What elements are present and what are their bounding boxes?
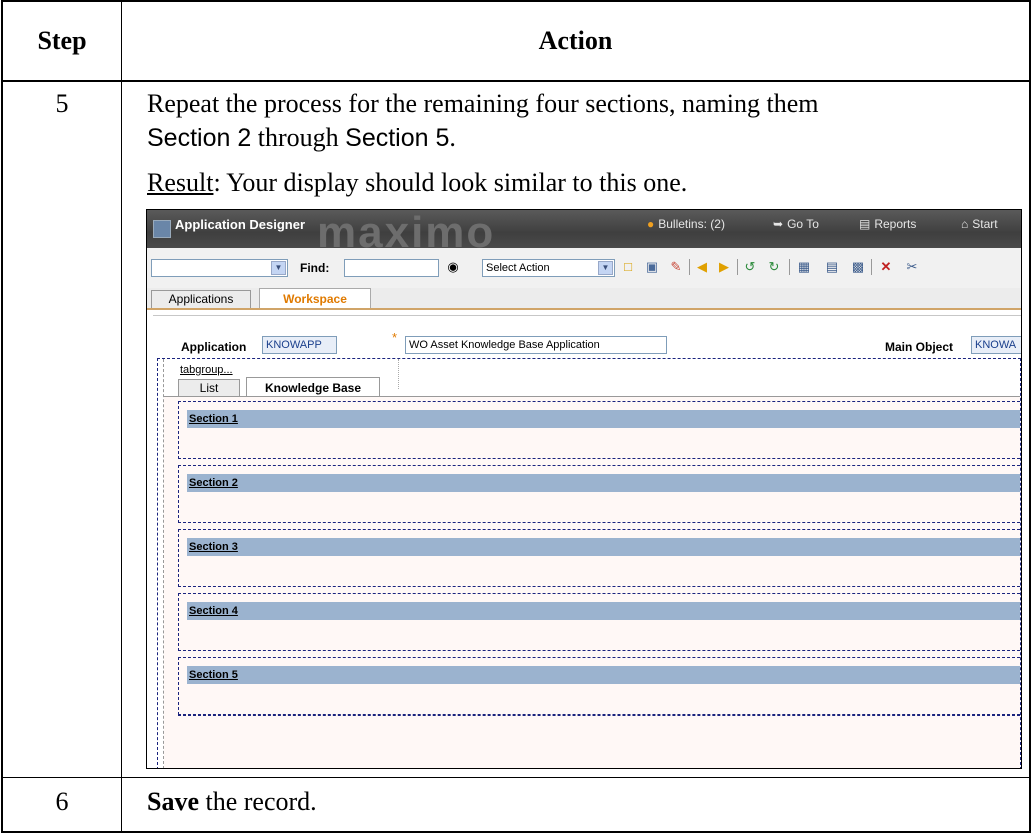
toolbar-separator xyxy=(689,259,690,275)
start-link[interactable]: ⌂ Start xyxy=(961,217,998,231)
maximo-screenshot: Application Designer maximo ● Bulletins: … xyxy=(146,209,1022,769)
result-text: : Your display should look similar to th… xyxy=(213,168,688,197)
column-divider xyxy=(121,2,122,831)
instruction-line-2: Section 2 through Section 5. xyxy=(147,121,456,155)
section-to-text: Section 5 xyxy=(345,124,450,152)
tabgroup-divider xyxy=(398,359,399,389)
start-label: Start xyxy=(972,217,998,231)
tab-workspace[interactable]: Workspace xyxy=(259,288,371,308)
app-designer-icon xyxy=(153,220,171,238)
application-label: Application xyxy=(181,340,247,354)
select-action-label: Select Action xyxy=(486,262,550,274)
reports-label: Reports xyxy=(874,217,917,231)
header-action: Action xyxy=(538,26,613,55)
tab-knowledge-base[interactable]: Knowledge Base xyxy=(246,377,380,396)
bulletin-icon: ● xyxy=(647,217,655,231)
tab-applications[interactable]: Applications xyxy=(151,290,251,308)
section-5[interactable]: Section 5 xyxy=(178,657,1020,715)
reports-icon: ▤ xyxy=(859,217,871,231)
application-field[interactable]: KNOWAPP xyxy=(262,336,337,354)
toolbar: ▼ Find: ◉ Select Action ▼ □ ▣ ✎ ◀ ▶ ↺ ↻ ▦… xyxy=(147,248,1021,289)
required-icon: * xyxy=(392,330,398,345)
toolbar-separator xyxy=(871,259,872,275)
previous-icon[interactable]: ◀ xyxy=(693,258,711,276)
next-icon[interactable]: ▶ xyxy=(715,258,733,276)
row-divider xyxy=(3,777,1029,778)
export-icon[interactable]: ↻ xyxy=(765,258,783,276)
binoculars-icon[interactable]: ◉ xyxy=(444,258,462,276)
delete-icon[interactable]: ✕ xyxy=(877,258,895,276)
app-tabs: Applications Workspace xyxy=(147,288,1021,310)
section-2[interactable]: Section 2 xyxy=(178,465,1020,523)
bulletins-label: Bulletins: (2) xyxy=(658,217,725,231)
section-3[interactable]: Section 3 xyxy=(178,529,1020,587)
section-from-text: Section 2 xyxy=(147,124,252,152)
section-1[interactable]: Section 1 xyxy=(178,401,1020,459)
instruction-line-1: Repeat the process for the remaining fou… xyxy=(147,89,819,118)
main-object-field[interactable]: KNOWA xyxy=(971,336,1021,354)
section-4-header[interactable]: Section 4 xyxy=(187,602,1020,620)
through-text: through xyxy=(251,123,346,152)
header-step: Step xyxy=(37,26,87,55)
tabgroup: tabgroup... List Knowledge Base Section … xyxy=(157,358,1021,768)
tab-list[interactable]: List xyxy=(178,379,240,396)
goto-link[interactable]: ➥ Go To xyxy=(773,217,819,231)
goto-label: Go To xyxy=(787,217,819,231)
main-object-label: Main Object xyxy=(885,340,954,354)
toolbar-separator xyxy=(789,259,790,275)
instruction-table: Step Action 5 Repeat the process for the… xyxy=(1,0,1031,833)
result-label: Result xyxy=(147,168,214,197)
section-2-header[interactable]: Section 2 xyxy=(187,474,1020,492)
tabgroup-label[interactable]: tabgroup... xyxy=(180,364,233,376)
sections-bottom-border xyxy=(178,715,1020,716)
select-action-dropdown[interactable]: Select Action ▼ xyxy=(482,259,615,277)
import-icon[interactable]: ↺ xyxy=(741,258,759,276)
home-icon: ⌂ xyxy=(961,217,969,231)
toolbar-separator xyxy=(737,259,738,275)
period-text: . xyxy=(449,123,456,152)
cut-icon[interactable]: ✂ xyxy=(903,258,921,276)
find-label: Find: xyxy=(300,261,330,275)
chevron-down-icon: ▼ xyxy=(598,261,613,275)
save-emphasis: Save xyxy=(147,787,199,816)
save-rest: the record. xyxy=(199,787,317,816)
chevron-down-icon: ▼ xyxy=(271,261,286,275)
goto-icon: ➥ xyxy=(773,217,784,231)
find-input[interactable] xyxy=(344,259,439,277)
layout-icon[interactable]: ▩ xyxy=(849,258,867,276)
step-number-6: 6 xyxy=(55,787,69,816)
description-field[interactable]: WO Asset Knowledge Base Application xyxy=(405,336,667,354)
title-bar: Application Designer maximo ● Bulletins: … xyxy=(147,210,1021,257)
step-number-5: 5 xyxy=(55,89,69,118)
grid-icon[interactable]: ▦ xyxy=(795,258,813,276)
clear-icon[interactable]: ✎ xyxy=(667,258,685,276)
save-icon[interactable]: ▣ xyxy=(643,258,661,276)
save-instruction: Save the record. xyxy=(147,785,317,819)
form-divider xyxy=(153,315,1021,316)
bulletins-link[interactable]: ● Bulletins: (2) xyxy=(647,217,725,231)
result-line: Result: Your display should look similar… xyxy=(147,166,687,200)
query-select[interactable]: ▼ xyxy=(151,259,288,277)
section-1-header[interactable]: Section 1 xyxy=(187,410,1020,428)
properties-icon[interactable]: ▤ xyxy=(823,258,841,276)
new-record-icon[interactable]: □ xyxy=(619,258,637,276)
table-header-row: Step Action xyxy=(3,2,1029,82)
tabgroup-body: Section 1 Section 2 Section 3 Section 4 … xyxy=(164,397,1020,768)
app-title: Application Designer xyxy=(175,217,306,232)
section-5-header[interactable]: Section 5 xyxy=(187,666,1020,684)
section-3-header[interactable]: Section 3 xyxy=(187,538,1020,556)
section-4[interactable]: Section 4 xyxy=(178,593,1020,651)
reports-link[interactable]: ▤ Reports xyxy=(859,217,916,231)
